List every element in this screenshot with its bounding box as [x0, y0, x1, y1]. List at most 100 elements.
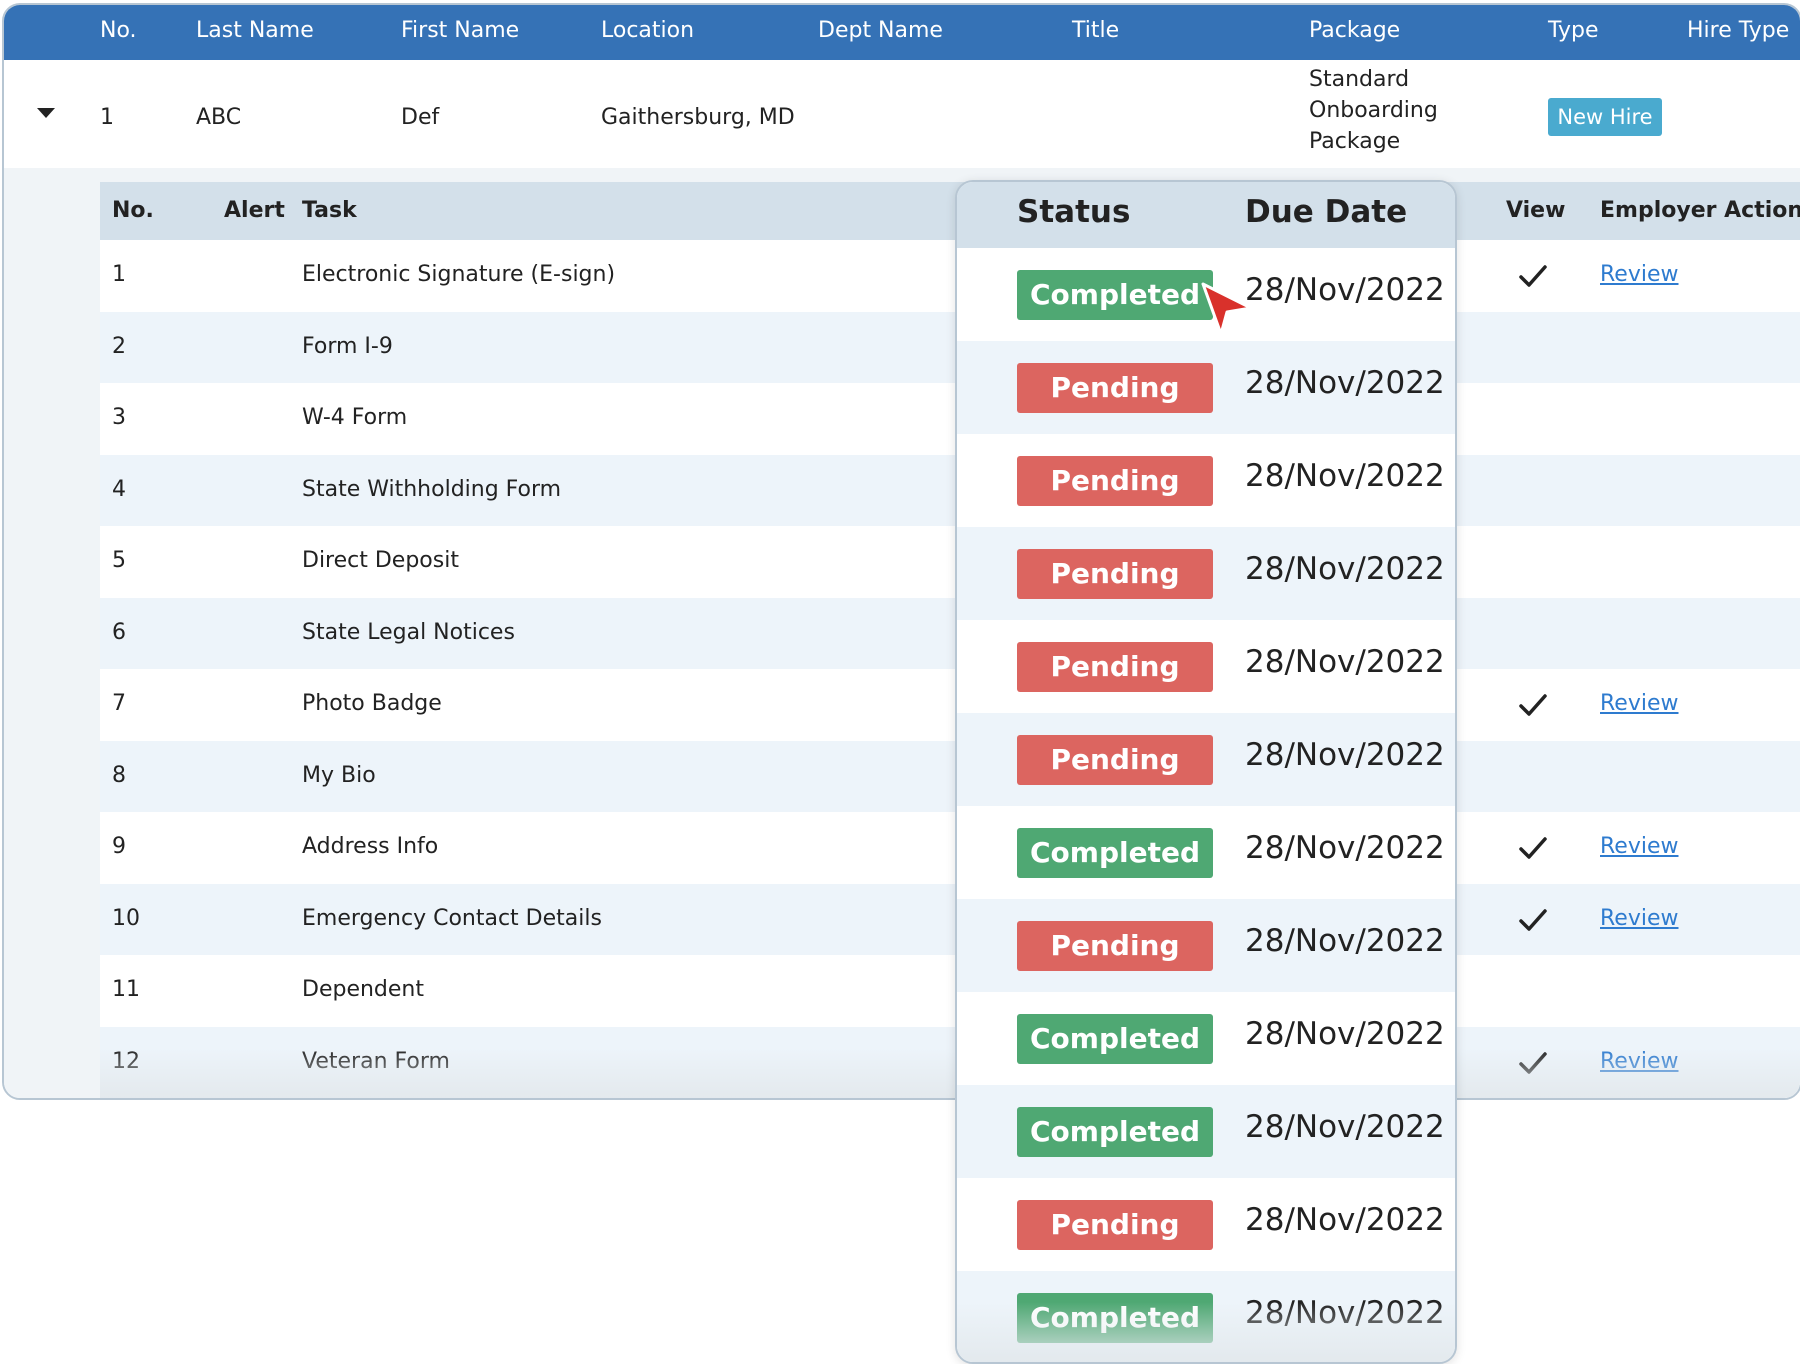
task-no: 4 [112, 476, 126, 502]
status-row: Pending 28/Nov/2022 [957, 1178, 1455, 1271]
header-dept-name[interactable]: Dept Name [818, 18, 943, 43]
checkmark-icon [1519, 694, 1547, 716]
task-no: 3 [112, 405, 126, 430]
subheader-task: Task [302, 198, 357, 223]
task-no: 5 [112, 548, 126, 573]
package-line: Standard [1309, 67, 1410, 92]
status-badge-pending[interactable]: Pending [1017, 456, 1213, 506]
header-location[interactable]: Location [601, 18, 694, 43]
task-subtable: No. Alert Task View Employer Action 1 Ele… [100, 182, 1800, 1098]
new-hire-badge: New Hire [1548, 98, 1662, 136]
due-date: 28/Nov/2022 [1245, 644, 1445, 680]
checkmark-icon [1519, 908, 1547, 931]
header-no[interactable]: No. [100, 18, 137, 43]
due-date: 28/Nov/2022 [1245, 458, 1445, 494]
checkmark-icon [1519, 265, 1547, 287]
task-name: My Bio [302, 762, 376, 788]
status-row: Pending 28/Nov/2022 [957, 899, 1455, 992]
subheader-no: No. [112, 198, 154, 223]
onboarding-table: No. Last Name First Name Location Dept N… [2, 3, 1800, 1100]
task-row[interactable]: 8 My Bio [100, 740, 1800, 812]
package-line: Package [1309, 129, 1401, 154]
task-name: Dependent [302, 977, 424, 1002]
task-row[interactable]: 5 Direct Deposit [100, 526, 1800, 598]
bottom-fade [100, 1048, 1800, 1098]
status-badge-completed[interactable]: Completed [1017, 1107, 1213, 1157]
due-date: 28/Nov/2022 [1245, 1109, 1445, 1145]
due-date-header: Due Date [1245, 194, 1408, 230]
due-date: 28/Nov/2022 [1245, 551, 1445, 587]
task-row[interactable]: 9 Address Info Review [100, 812, 1800, 884]
employee-row[interactable]: 1 ABC Def Gaithersburg, MD Standard Onbo… [4, 60, 1800, 168]
employee-first-name: Def [401, 105, 440, 130]
checkmark-icon [1519, 837, 1547, 859]
due-date: 28/Nov/2022 [1245, 737, 1445, 773]
header-last-name[interactable]: Last Name [196, 18, 314, 43]
due-date: 28/Nov/2022 [1245, 272, 1445, 308]
due-date: 28/Nov/2022 [1245, 1016, 1445, 1052]
task-name: State Legal Notices [302, 619, 515, 645]
main-table-header: No. Last Name First Name Location Dept N… [4, 5, 1800, 60]
task-name: Form I-9 [302, 333, 393, 359]
task-no: 1 [112, 262, 126, 287]
subheader-employer-action: Employer Action [1600, 198, 1800, 223]
task-name: Address Info [302, 834, 439, 859]
task-row[interactable]: 3 W-4 Form [100, 383, 1800, 455]
status-badge-pending[interactable]: Pending [1017, 549, 1213, 599]
task-row[interactable]: 7 Photo Badge Review [100, 669, 1800, 741]
subheader-alert: Alert [224, 198, 285, 223]
status-panel-header: Status Due Date [957, 182, 1455, 248]
task-subtable-header: No. Alert Task View Employer Action [100, 182, 1800, 240]
status-badge-completed[interactable]: Completed [1017, 270, 1213, 320]
status-row: Pending 28/Nov/2022 [957, 713, 1455, 806]
task-subtable-area: No. Alert Task View Employer Action 1 Ele… [4, 168, 1800, 1098]
status-badge-pending[interactable]: Pending [1017, 642, 1213, 692]
task-name: Emergency Contact Details [302, 905, 602, 931]
header-package[interactable]: Package [1309, 18, 1400, 43]
status-badge-pending[interactable]: Pending [1017, 921, 1213, 971]
status-header: Status [1017, 194, 1131, 230]
header-type[interactable]: Type [1548, 18, 1599, 43]
header-first-name[interactable]: First Name [401, 18, 519, 43]
panel-bottom-fade [957, 1302, 1455, 1362]
employee-location: Gaithersburg, MD [601, 105, 795, 130]
status-row: Pending 28/Nov/2022 [957, 620, 1455, 713]
task-no: 8 [112, 762, 126, 788]
task-name: W-4 Form [302, 405, 408, 430]
due-date: 28/Nov/2022 [1245, 830, 1445, 866]
review-link[interactable]: Review [1600, 834, 1679, 859]
chevron-down-icon[interactable] [37, 108, 55, 118]
task-no: 11 [112, 977, 140, 1002]
status-row: Pending 28/Nov/2022 [957, 527, 1455, 620]
status-badge-completed[interactable]: Completed [1017, 1014, 1213, 1064]
task-row[interactable]: 1 Electronic Signature (E-sign) Review [100, 240, 1800, 312]
employee-no: 1 [100, 105, 114, 130]
review-link[interactable]: Review [1600, 691, 1679, 716]
employee-package: Standard Onboarding Package [1309, 64, 1438, 157]
task-name: Photo Badge [302, 691, 442, 716]
status-badge-pending[interactable]: Pending [1017, 363, 1213, 413]
task-no: 7 [112, 691, 126, 716]
task-row[interactable]: 11 Dependent [100, 955, 1800, 1027]
task-row[interactable]: 2 Form I-9 [100, 311, 1800, 383]
status-row: Completed 28/Nov/2022 [957, 806, 1455, 899]
header-hire-type[interactable]: Hire Type [1687, 18, 1789, 43]
header-title[interactable]: Title [1072, 18, 1119, 43]
status-badge-completed[interactable]: Completed [1017, 828, 1213, 878]
package-line: Onboarding [1309, 98, 1438, 123]
status-badge-pending[interactable]: Pending [1017, 1200, 1213, 1250]
cursor-arrow-icon [1201, 282, 1253, 336]
task-name: State Withholding Form [302, 476, 562, 502]
task-row[interactable]: 6 State Legal Notices [100, 597, 1800, 669]
review-link[interactable]: Review [1600, 906, 1679, 931]
due-date: 28/Nov/2022 [1245, 923, 1445, 959]
task-row[interactable]: 4 State Withholding Form [100, 454, 1800, 526]
subheader-view: View [1506, 198, 1566, 223]
review-link[interactable]: Review [1600, 262, 1679, 287]
task-no: 6 [112, 619, 126, 645]
due-date: 28/Nov/2022 [1245, 365, 1445, 401]
task-no: 10 [112, 905, 140, 931]
task-row[interactable]: 10 Emergency Contact Details Review [100, 883, 1800, 955]
status-badge-pending[interactable]: Pending [1017, 735, 1213, 785]
status-row: Pending 28/Nov/2022 [957, 341, 1455, 434]
